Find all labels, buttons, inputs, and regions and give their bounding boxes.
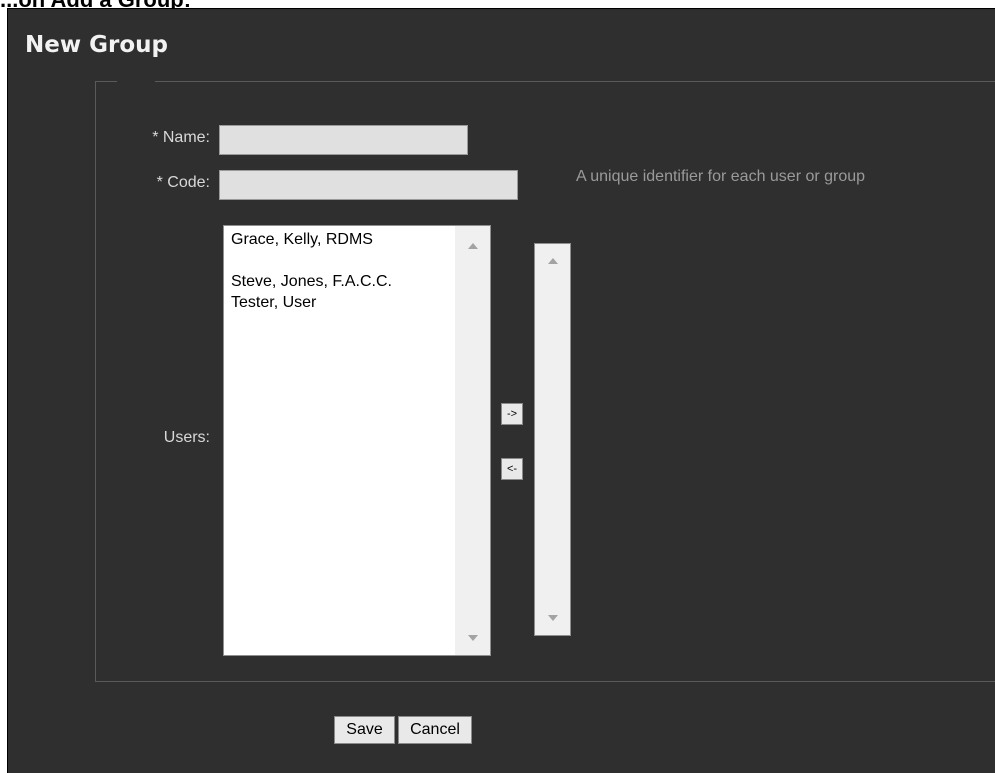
code-label: * Code: <box>156 174 210 191</box>
list-item[interactable]: Steve, Jones, F.A.C.C. <box>231 271 454 292</box>
dialog-title: New Group <box>25 32 168 58</box>
list-item[interactable]: Tester, User <box>231 292 454 313</box>
add-user-button[interactable]: -> <box>501 403 523 425</box>
scroll-down-arrow-icon[interactable] <box>467 635 478 641</box>
cancel-button[interactable]: Cancel <box>398 716 472 744</box>
fieldset-legend-gap <box>117 79 155 84</box>
scroll-up-arrow-icon[interactable] <box>547 258 558 264</box>
remove-user-button[interactable]: <- <box>501 458 523 480</box>
save-button[interactable]: Save <box>334 716 395 744</box>
list-item[interactable] <box>231 250 454 271</box>
available-users-scrollbar[interactable] <box>455 226 490 655</box>
list-item[interactable]: Grace, Kelly, RDMS <box>231 229 454 250</box>
code-hint: A unique identifier for each user or gro… <box>576 168 866 185</box>
selected-users-list[interactable] <box>534 243 571 636</box>
scroll-up-arrow-icon[interactable] <box>467 243 478 249</box>
available-users-items: Grace, Kelly, RDMS Steve, Jones, F.A.C.C.… <box>231 229 454 313</box>
users-label: Users: <box>163 429 210 446</box>
available-users-list[interactable]: Grace, Kelly, RDMS Steve, Jones, F.A.C.C.… <box>223 225 491 656</box>
code-field[interactable] <box>219 170 518 200</box>
name-field[interactable] <box>219 125 468 155</box>
name-label: * Name: <box>152 129 210 146</box>
scroll-down-arrow-icon[interactable] <box>547 615 558 621</box>
